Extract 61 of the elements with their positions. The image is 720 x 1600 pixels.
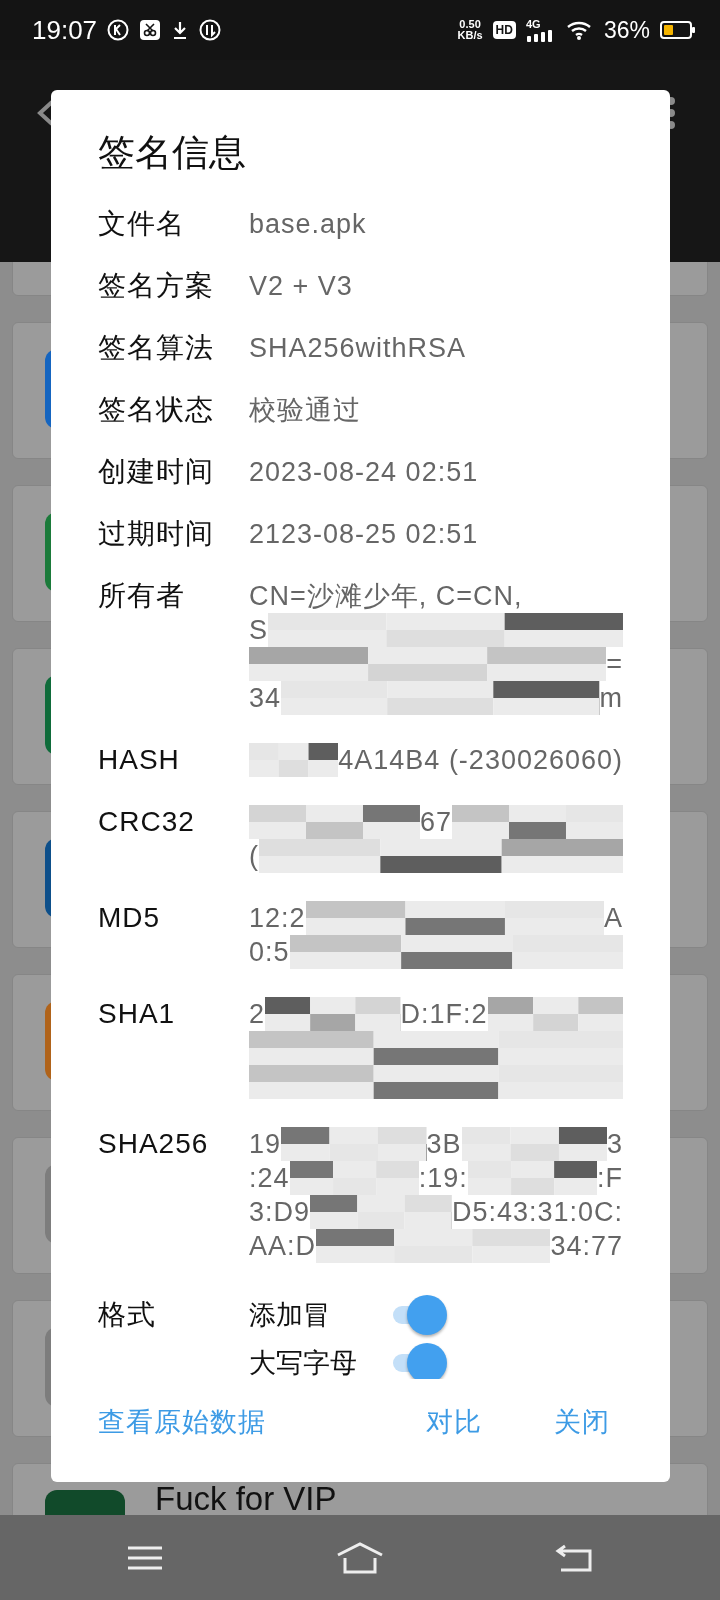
app-title: Fuck for VIP — [155, 1480, 337, 1515]
field-value: 12:2 — [249, 902, 306, 934]
field-value: 19 — [249, 1128, 282, 1160]
field-label: 过期时间 — [98, 517, 215, 551]
battery-icon — [660, 20, 696, 40]
field-value: SHA256withRSA — [249, 332, 467, 364]
field-value: base.apk — [249, 208, 367, 240]
field-value: 0:5 — [249, 936, 290, 968]
field-value: CN=沙滩少年, C=CN, — [249, 580, 523, 613]
field-value: 67 — [420, 806, 453, 838]
back-icon — [555, 1542, 595, 1573]
field-value: :19: — [418, 1162, 468, 1194]
field-label: 格式 — [98, 1298, 157, 1332]
field-value: :24 — [249, 1162, 290, 1194]
field-value: 校验通过 — [249, 394, 361, 427]
field-value: A — [604, 902, 623, 934]
field-value: = — [606, 648, 623, 680]
field-value: 2 — [249, 998, 266, 1030]
field-label: MD5 — [98, 901, 162, 935]
network-type: 4G — [525, 18, 542, 30]
field-value: :F — [597, 1162, 623, 1194]
field-label: 签名算法 — [98, 331, 215, 365]
field-label: CRC32 — [98, 805, 196, 839]
field-value: 34:77 — [550, 1230, 623, 1262]
field-value: V2 + V3 — [249, 270, 353, 302]
field-value: S — [249, 614, 268, 646]
field-value: 3 — [607, 1128, 623, 1160]
field-value: 3B — [426, 1128, 462, 1160]
dialog-button[interactable]: 关闭 — [554, 1398, 610, 1446]
field-label: SHA1 — [98, 997, 177, 1031]
field-value: AA:D — [249, 1230, 317, 1262]
option-label: 大写字母 — [249, 1347, 358, 1379]
field-value: 2023-08-24 02:51 — [249, 456, 479, 488]
field-value: m — [599, 682, 623, 714]
dialog-title: 签名信息 — [98, 131, 247, 175]
field-value: ( — [249, 840, 259, 872]
field-label: 签名方案 — [98, 269, 215, 303]
battery-percent: 36% — [603, 16, 650, 44]
circle-badge-icon — [199, 19, 222, 41]
field-label: 文件名 — [98, 207, 186, 241]
clock: 19:07 — [32, 14, 98, 46]
hd-badge: HD — [492, 21, 516, 39]
speed-unit: KB/s — [457, 30, 483, 41]
field-label: 所有者 — [98, 579, 186, 613]
field-label: HASH — [98, 743, 181, 777]
network-speed: 0.50 — [459, 19, 481, 30]
home-icon — [335, 1540, 385, 1575]
field-value: 4A14B4 (-230026060) — [338, 744, 623, 776]
field-label: 签名状态 — [98, 393, 215, 427]
dialog-button[interactable]: 查看原始数据 — [98, 1398, 266, 1446]
dialog-button[interactable]: 对比 — [426, 1398, 482, 1446]
field-value: 3:D9 — [249, 1196, 311, 1228]
field-value: D5:43:31:0C: — [451, 1196, 623, 1228]
field-value: 34 — [249, 682, 282, 714]
field-label: 创建时间 — [98, 455, 215, 489]
scissors-icon — [139, 19, 162, 41]
field-value: D:1F:2 — [400, 998, 488, 1030]
k-circle-icon — [107, 19, 130, 41]
option-label: 添加冒 — [249, 1299, 331, 1332]
field-value: 2123-08-25 02:51 — [249, 518, 479, 550]
field-label: SHA256 — [98, 1127, 210, 1161]
